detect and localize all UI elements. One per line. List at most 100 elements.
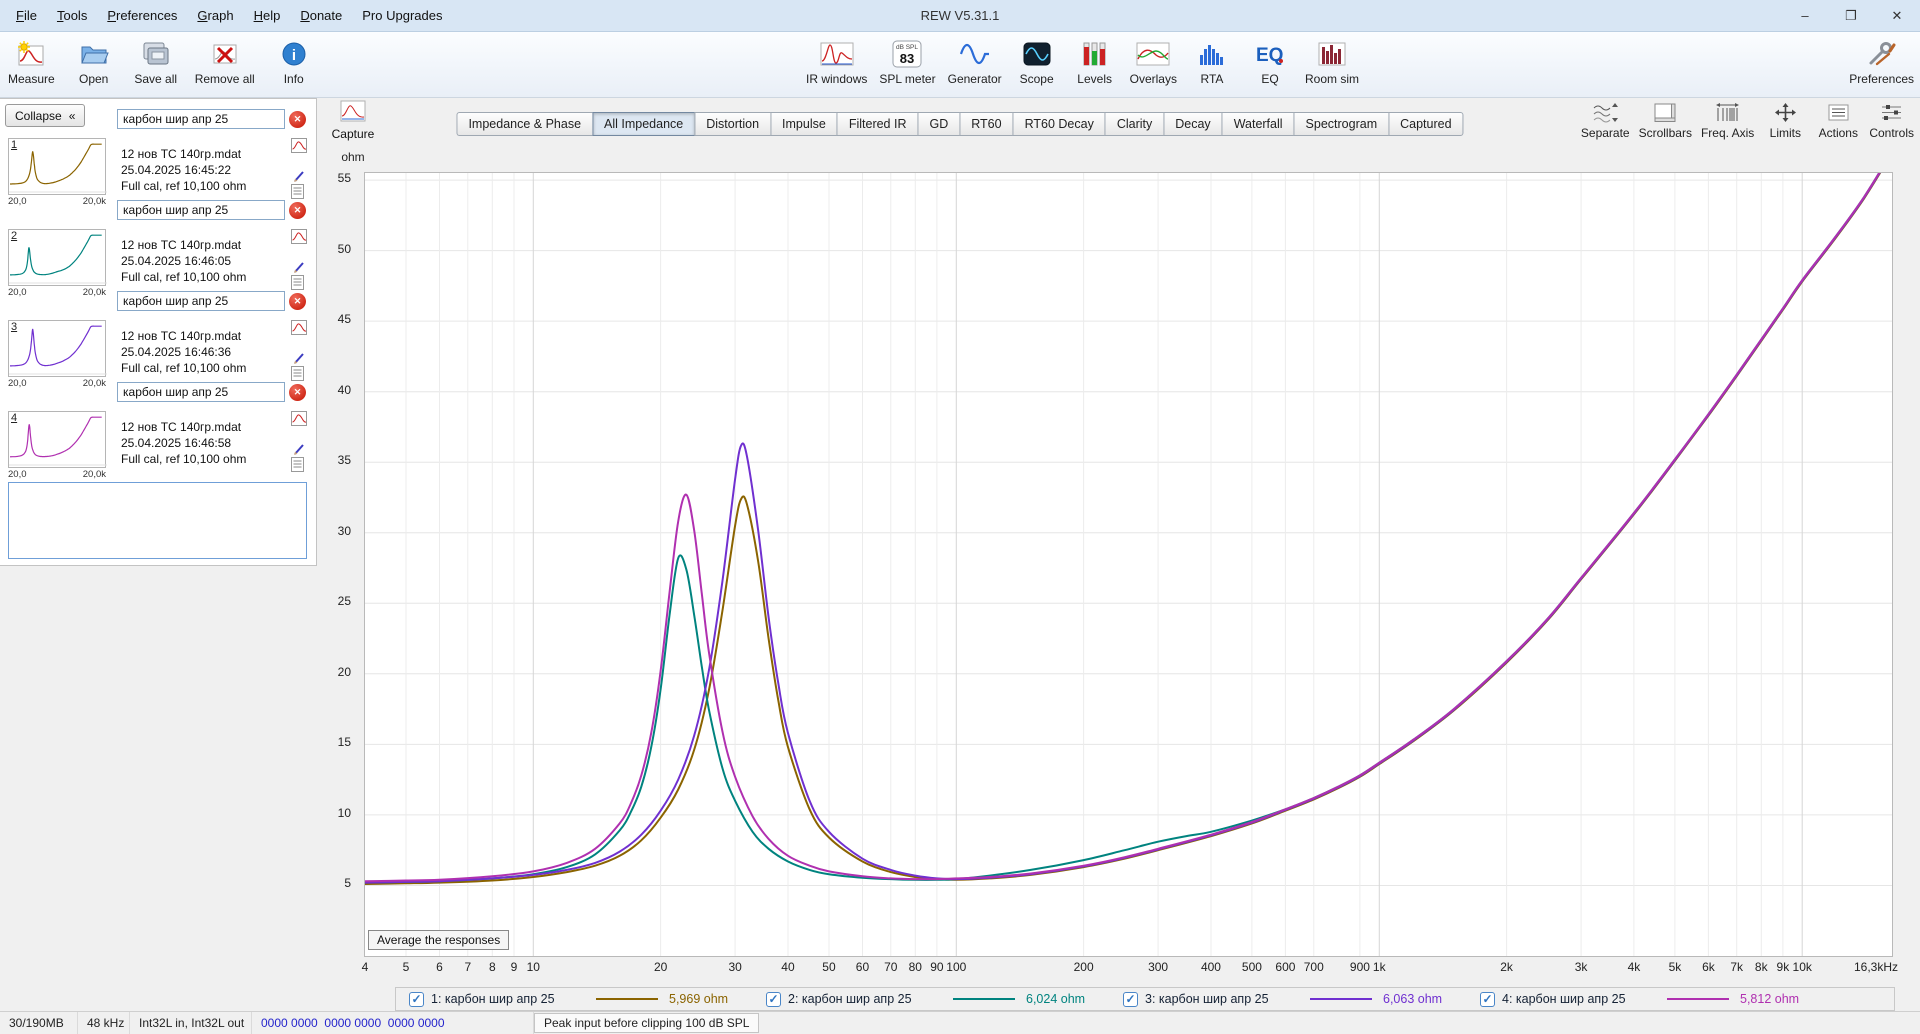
toolbar-right-group: Preferences	[1849, 37, 1914, 86]
measurement-item-2[interactable]: ✕220,020,0k12 нов ТС 140гр.mdat25.04.202…	[0, 200, 317, 298]
toolbar-button-label: Preferences	[1849, 72, 1914, 86]
notes-input[interactable]	[8, 482, 307, 559]
measurement-cal-info: Full cal, ref 10,100 ohm	[121, 452, 247, 466]
measurement-graph-icon[interactable]	[291, 138, 308, 154]
remove-all-button[interactable]: Remove all	[195, 37, 255, 86]
graph-tabs: Impedance & Phase All Impedance Distortion…	[456, 112, 1464, 136]
eq-button[interactable]: EQ EQ	[1247, 37, 1293, 86]
info-button[interactable]: i Info	[271, 37, 317, 86]
menu-help[interactable]: Help	[244, 5, 291, 26]
y-axis-label: 25	[337, 594, 351, 609]
levels-button[interactable]: Levels	[1072, 37, 1118, 86]
measurement-filename: 12 нов ТС 140гр.mdat	[121, 329, 242, 343]
preferences-button[interactable]: Preferences	[1849, 37, 1914, 86]
measurement-thumbnail[interactable]: 3	[8, 320, 107, 377]
overlays-button[interactable]: Overlays	[1130, 37, 1177, 86]
scope-button[interactable]: Scope	[1014, 37, 1060, 86]
maximize-button[interactable]: ❐	[1828, 0, 1874, 31]
toolbar-button-label: EQ	[1261, 72, 1279, 86]
tab-gd[interactable]: GD	[917, 112, 960, 136]
tab-all-impedance[interactable]: All Impedance	[592, 112, 695, 136]
tab-clarity[interactable]: Clarity	[1104, 112, 1164, 136]
delete-measurement-button[interactable]: ✕	[289, 111, 306, 128]
tab-rt60-decay[interactable]: RT60 Decay	[1012, 112, 1105, 136]
measure-button[interactable]: Measure	[8, 37, 55, 86]
status-memory: 30/190MB	[0, 1012, 78, 1034]
toolbar-button-label: Overlays	[1129, 72, 1177, 86]
legend-checkbox[interactable]: ✓	[409, 991, 424, 1007]
y-axis-label: 55	[337, 171, 351, 186]
y-axis-unit-label: ohm	[341, 150, 365, 164]
chart-canvas	[365, 173, 1892, 956]
menu-file[interactable]: File	[6, 5, 47, 26]
window-controls: – ❐ ✕	[1782, 0, 1920, 31]
measurement-thumbnail[interactable]: 2	[8, 229, 107, 286]
measurement-filename: 12 нов ТС 140гр.mdat	[121, 147, 242, 161]
tab-waterfall[interactable]: Waterfall	[1221, 112, 1294, 136]
legend-checkbox[interactable]: ✓	[766, 991, 781, 1007]
measurement-thumbnail[interactable]: 4	[8, 411, 107, 468]
capture-button[interactable]: Capture	[324, 100, 382, 141]
graph-buttons: Separate Scrollbars Freq. Axis Limits Action…	[1581, 102, 1914, 140]
legend-value: 6,024 ohm	[1026, 992, 1086, 1006]
graph-button-label: Freq. Axis	[1700, 126, 1755, 140]
toolbar-button-label: Generator	[947, 72, 1002, 86]
x-axis-label: 10k	[1792, 960, 1812, 974]
limits-button[interactable]: Limits	[1763, 102, 1807, 140]
measurement-name-input[interactable]	[117, 382, 285, 402]
measurement-date: 25.04.2025 16:45:22	[121, 163, 232, 177]
y-axis-label: 5	[344, 876, 351, 891]
menu-tools[interactable]: Tools	[47, 5, 97, 26]
scrollbars-button[interactable]: Scrollbars	[1639, 102, 1692, 140]
measurement-thumbnail[interactable]: 1	[8, 138, 107, 195]
menu-pro-upgrades[interactable]: Pro Upgrades	[352, 5, 452, 26]
tab-decay[interactable]: Decay	[1163, 112, 1222, 136]
tab-spectrogram[interactable]: Spectrogram	[1293, 112, 1389, 136]
ir-windows-button[interactable]: IR windows	[806, 37, 867, 86]
average-responses-button[interactable]: Average the responses	[368, 930, 510, 950]
measurement-item-4[interactable]: ✕420,020,0k12 нов ТС 140гр.mdat25.04.202…	[0, 382, 317, 480]
y-axis-label: 10	[337, 805, 351, 820]
svg-text:dB SPL: dB SPL	[896, 44, 918, 51]
tab-rt60[interactable]: RT60	[959, 112, 1013, 136]
actions-icon	[1826, 102, 1851, 123]
menu-donate[interactable]: Donate	[290, 5, 352, 26]
actions-button[interactable]: Actions	[1816, 102, 1860, 140]
statusbar: 30/190MB 48 kHz Int32L in, Int32L out 00…	[0, 1011, 1920, 1034]
minimize-button[interactable]: –	[1782, 0, 1828, 31]
scope-icon	[1022, 37, 1052, 71]
tab-distortion[interactable]: Distortion	[694, 112, 771, 136]
generator-button[interactable]: Generator	[948, 37, 1002, 86]
rta-button[interactable]: RTA	[1189, 37, 1235, 86]
freq-axis-button[interactable]: Freq. Axis	[1701, 102, 1754, 140]
menu-graph[interactable]: Graph	[187, 5, 243, 26]
save-all-button[interactable]: Save all	[133, 37, 179, 86]
legend-value: 5,812 ohm	[1740, 992, 1800, 1006]
main-toolbar: Measure Open Save all Remove all i Info IR wi…	[0, 32, 1920, 98]
separate-button[interactable]: Separate	[1581, 102, 1630, 140]
tab-impulse[interactable]: Impulse	[770, 112, 837, 136]
thumbnail-range-labels: 20,0 20,0k	[8, 469, 106, 480]
spl-meter-button[interactable]: dB SPL 83 SPL meter	[879, 37, 936, 86]
measurement-name-input[interactable]	[117, 291, 285, 311]
legend-label: 1: карбон шир апр 25	[431, 992, 555, 1006]
scrollbars-icon	[1653, 102, 1678, 123]
measurement-filename: 12 нов ТС 140гр.mdat	[121, 420, 242, 434]
close-button[interactable]: ✕	[1874, 0, 1920, 31]
tab-captured[interactable]: Captured	[1388, 112, 1464, 136]
menu-preferences[interactable]: Preferences	[97, 5, 187, 26]
y-axis-label: 40	[337, 382, 351, 397]
measurement-item-3[interactable]: ✕320,020,0k12 нов ТС 140гр.mdat25.04.202…	[0, 291, 317, 389]
controls-button[interactable]: Controls	[1869, 102, 1914, 140]
measurement-item-1[interactable]: ✕120,020,0k12 нов ТС 140гр.mdat25.04.202…	[0, 109, 317, 207]
room-sim-button[interactable]: Room sim	[1305, 37, 1359, 86]
measurement-name-input[interactable]	[117, 200, 285, 220]
capture-label: Capture	[331, 127, 375, 141]
tab-impedance-phase[interactable]: Impedance & Phase	[456, 112, 593, 136]
legend-checkbox[interactable]: ✓	[1480, 991, 1495, 1007]
tab-filtered-ir[interactable]: Filtered IR	[836, 112, 918, 136]
measurement-name-input[interactable]	[117, 109, 285, 129]
open-button[interactable]: Open	[71, 37, 117, 86]
impedance-chart[interactable]	[364, 172, 1893, 957]
legend-checkbox[interactable]: ✓	[1123, 991, 1138, 1007]
